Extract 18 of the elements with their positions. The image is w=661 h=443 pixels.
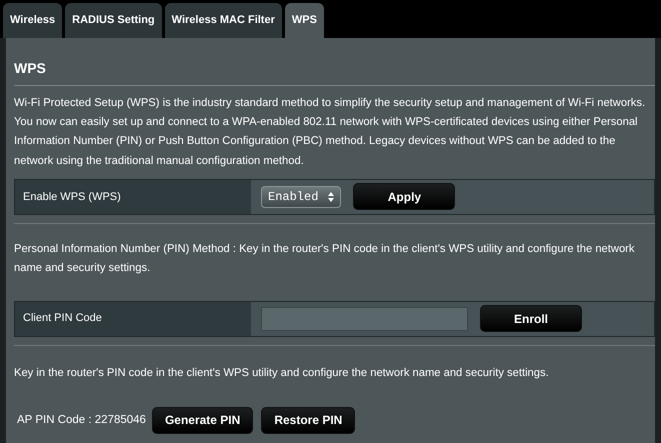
- generate-pin-button[interactable]: Generate PIN: [152, 406, 254, 434]
- pin-method-text: Personal Information Number (PIN) Method : Key in the router's PIN code in the client's WPS utility and configure the network name and security settings.: [14, 242, 636, 276]
- updown-icon: [328, 192, 334, 202]
- apply-button[interactable]: Apply: [353, 183, 456, 210]
- wps-select[interactable]: Enabled: [261, 186, 342, 208]
- description-text: Wi-Fi Protected Setup (WPS) is the industry standard method to simplify the security setup and management of Wi-Fi networks. You now can easily set up and connect to a WPA-enabled 802.11 network with WPS-certificated devices using either Personal Information Number (PIN) or Push Button Configuration (PBC) method. Legacy devices without WPS can be added to the network using the traditional manual configuration method.: [14, 96, 646, 169]
- router-pin-text: Key in the router's PIN code in the client's WPS utility and configure the network name and security settings.: [14, 366, 550, 381]
- section-heading: WPS: [14, 38, 655, 86]
- client-pin-field[interactable]: [261, 306, 468, 331]
- tab[interactable]: WPS: [284, 3, 324, 38]
- ap-pin-label: AP PIN Code : 22785046: [17, 412, 146, 428]
- tab[interactable]: Wireless MAC Filter: [164, 3, 282, 38]
- restore-pin-button[interactable]: Restore PIN: [261, 406, 356, 434]
- enroll-button[interactable]: Enroll: [480, 305, 582, 332]
- field-label: Enable WPS (WPS): [23, 190, 121, 205]
- tab[interactable]: Wireless: [3, 3, 62, 38]
- tab[interactable]: RADIUS Setting: [65, 3, 162, 38]
- field-label: Client PIN Code: [23, 311, 102, 326]
